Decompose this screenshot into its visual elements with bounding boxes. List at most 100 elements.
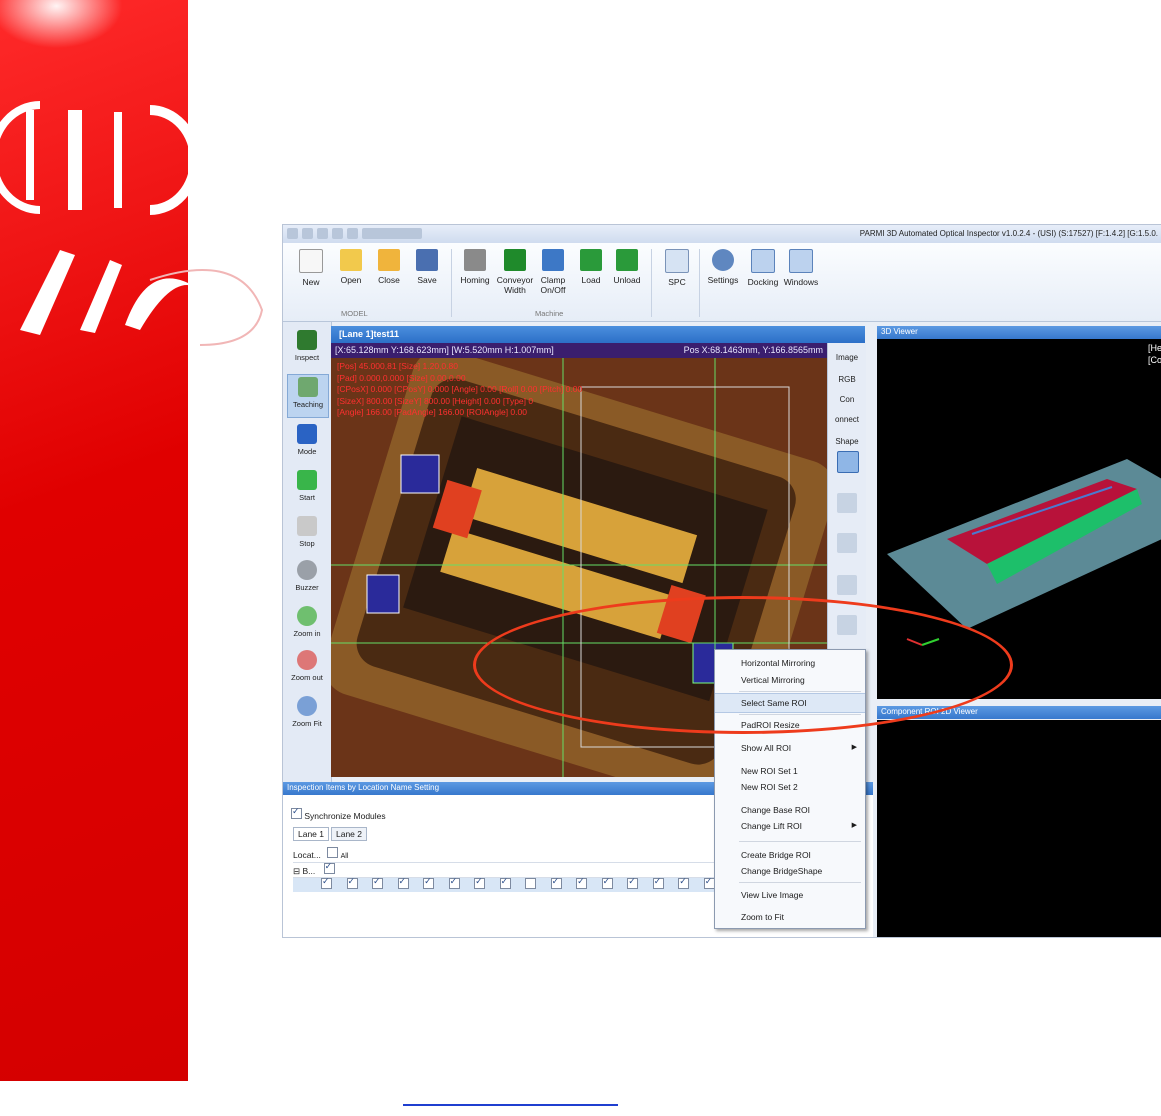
group-checkbox[interactable] xyxy=(323,861,335,874)
connect-select[interactable]: onnect xyxy=(828,415,866,424)
sync-modules-checkbox[interactable]: Synchronize Modules xyxy=(291,806,386,821)
save-disk-icon xyxy=(416,249,438,271)
menu-item-horizontal-mirroring[interactable]: Horizontal Mirroring xyxy=(715,654,865,672)
roi-info-overlay: [Pos] 45.000,81 [Size] 1.20,0.80 [Pad] 0… xyxy=(337,361,583,417)
conveyor-icon xyxy=(504,249,526,271)
zoom-in-button[interactable]: Zoom in xyxy=(287,604,327,646)
item-checkbox[interactable] xyxy=(321,876,332,889)
cursor-position: Pos X:68.1463mm, Y:166.8565mm xyxy=(683,345,823,355)
select-all-checkbox[interactable] xyxy=(327,847,339,858)
item-checkbox[interactable] xyxy=(397,876,409,889)
item-checkbox[interactable] xyxy=(601,876,613,889)
item-checkbox[interactable] xyxy=(423,876,435,889)
teaching-icon xyxy=(298,377,318,397)
submenu-arrow-icon: ▶ xyxy=(851,744,857,751)
start-button[interactable]: Start xyxy=(287,468,327,510)
zoom-out-icon xyxy=(297,650,317,670)
lane-tabs: Lane 1 Lane 2 xyxy=(293,827,369,841)
open-button[interactable]: Open xyxy=(331,249,371,303)
group-machine-label: Machine xyxy=(535,309,564,318)
ribbon: New Open Close Save MODEL Homing Conveyo… xyxy=(283,243,1161,322)
collapse-icon: ⊟ xyxy=(293,866,301,876)
viewer-title: [Lane 1]test11 xyxy=(339,329,400,339)
docking-button[interactable]: Docking xyxy=(743,249,783,303)
item-checkbox[interactable] xyxy=(372,876,384,889)
conveyor-width-button[interactable]: Conveyor Width xyxy=(495,249,535,303)
rgb-select[interactable]: RGB xyxy=(828,375,866,384)
viewer-3d-header: 3D Viewer xyxy=(877,326,1161,339)
viewer-3d[interactable]: [He [Co xyxy=(877,339,1161,699)
settings-button[interactable]: Settings xyxy=(703,249,743,303)
viewer-2d-header: Component ROI 2D Viewer xyxy=(877,706,1161,719)
item-checkbox[interactable] xyxy=(678,876,690,889)
location-column: Locat... xyxy=(293,850,321,860)
crop-shape-icon[interactable] xyxy=(837,533,857,553)
quick-access-toolbar[interactable] xyxy=(287,228,422,240)
gear-icon xyxy=(712,249,734,271)
stop-button[interactable]: Stop xyxy=(287,514,327,556)
menu-item-select-same-roi[interactable]: Select Same ROI xyxy=(715,693,865,713)
homing-arm-icon xyxy=(464,249,486,271)
viewer-2d[interactable] xyxy=(877,720,1161,937)
item-checkbox[interactable] xyxy=(346,876,358,889)
menu-item-show-all-roi[interactable]: Show All ROI ▶ xyxy=(715,739,865,757)
new-button[interactable]: New xyxy=(291,249,331,303)
image-label: Image xyxy=(835,353,859,362)
tab-lane-2[interactable]: Lane 2 xyxy=(331,827,367,841)
3d-render xyxy=(887,459,1161,646)
menu-item-padroi-resize[interactable]: PadROI Resize xyxy=(715,716,865,734)
clamp-button[interactable]: Clamp On/Off xyxy=(533,249,573,303)
open-folder-icon xyxy=(340,249,362,271)
item-checkbox[interactable] xyxy=(474,876,486,889)
tab-lane-1[interactable]: Lane 1 xyxy=(293,827,329,841)
footer-link-underline xyxy=(403,1104,618,1106)
item-checkbox[interactable] xyxy=(627,876,639,889)
save-button[interactable]: Save xyxy=(407,249,447,303)
menu-item-view-live-image[interactable]: View Live Image xyxy=(715,886,865,904)
zoom-fit-icon xyxy=(297,696,317,716)
chevron-right-icon xyxy=(297,424,317,444)
item-checkbox[interactable] xyxy=(448,876,460,889)
inspect-board-icon xyxy=(297,330,317,350)
docking-icon xyxy=(751,249,775,273)
item-checkbox[interactable] xyxy=(576,876,588,889)
menu-item-vertical-mirroring[interactable]: Vertical Mirroring xyxy=(715,671,865,689)
item-checkbox[interactable] xyxy=(652,876,664,889)
rotate-shape-icon[interactable] xyxy=(837,493,857,513)
menu-item-new-roi-set-2[interactable]: New ROI Set 2 xyxy=(715,778,865,796)
viewer-header: [Lane 1]test11 xyxy=(331,326,865,343)
sync-check-icon xyxy=(291,806,302,819)
title-bar: PARMI 3D Automated Optical Inspector v1.… xyxy=(283,225,1161,243)
roi-coordinates: [X:65.128mm Y:168.623mm] [W:5.520mm H:1.… xyxy=(335,345,554,355)
item-checkbox[interactable] xyxy=(525,878,537,889)
close-button[interactable]: Close xyxy=(369,249,409,303)
zoom-out-button[interactable]: Zoom out xyxy=(287,648,327,690)
spc-button[interactable]: SPC xyxy=(657,249,697,303)
item-checkbox[interactable] xyxy=(499,876,511,889)
menu-item-change-lift-roi[interactable]: Change Lift ROI ▶ xyxy=(715,817,865,835)
mode-button[interactable]: Mode xyxy=(287,422,327,464)
select-shape-icon[interactable] xyxy=(837,451,859,473)
homing-button[interactable]: Homing xyxy=(455,249,495,303)
zoom-fit-button[interactable]: Zoom Fit xyxy=(287,694,327,736)
speaker-icon xyxy=(297,560,317,580)
company-logo xyxy=(0,0,264,346)
buzzer-button[interactable]: Buzzer xyxy=(287,558,327,600)
group-model-label: MODEL xyxy=(341,309,368,318)
spc-chart-icon xyxy=(665,249,689,273)
measure-shape-icon[interactable] xyxy=(837,615,857,635)
menu-item-change-bridgeshape[interactable]: Change BridgeShape xyxy=(715,862,865,880)
menu-item-zoom-to-fit[interactable]: Zoom to Fit xyxy=(715,908,865,926)
play-icon xyxy=(297,470,317,490)
inspect-button[interactable]: Inspect xyxy=(287,328,327,370)
unload-button[interactable]: Unload xyxy=(607,249,647,303)
teaching-button[interactable]: Teaching xyxy=(287,374,329,418)
clamp-icon xyxy=(542,249,564,271)
mirror-shape-icon[interactable] xyxy=(837,575,857,595)
windows-button[interactable]: Windows xyxy=(781,249,821,303)
load-button[interactable]: Load xyxy=(571,249,611,303)
item-checkbox[interactable] xyxy=(550,876,562,889)
load-board-icon xyxy=(580,249,602,271)
shape-label: Shape xyxy=(835,437,859,446)
viewer-toolbar: Image RGB Con onnect Shape xyxy=(827,343,866,663)
